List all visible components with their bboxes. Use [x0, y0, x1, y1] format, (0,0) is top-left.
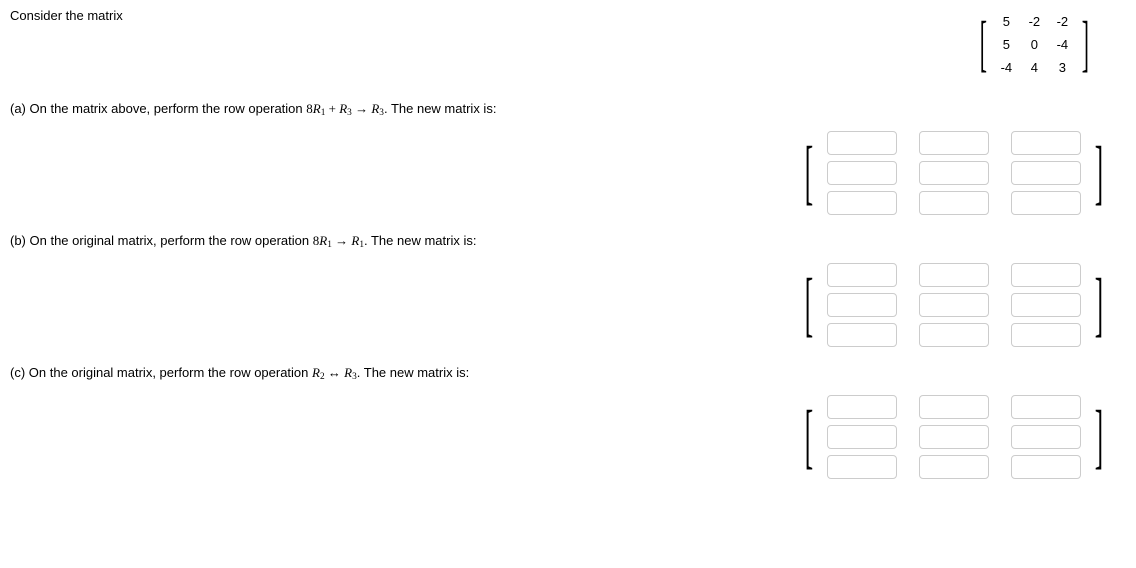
part-a: (a) On the matrix above, perform the row… [10, 101, 1126, 219]
op-r: R [312, 365, 320, 380]
matrix-grid [821, 259, 1087, 351]
matrix-input[interactable] [1011, 131, 1081, 155]
matrix-cell: 0 [1025, 37, 1043, 52]
part-c: (c) On the original matrix, perform the … [10, 365, 1126, 483]
answer-matrix-a: [ ] [797, 127, 1111, 219]
op-plus: + [325, 101, 339, 116]
matrix-input[interactable] [827, 293, 897, 317]
matrix-input[interactable] [1011, 263, 1081, 287]
matrix-input[interactable] [1011, 425, 1081, 449]
matrix-input[interactable] [919, 323, 989, 347]
op-sub: 1 [359, 240, 364, 250]
matrix-cell: 3 [1053, 60, 1071, 75]
op-r: R [344, 365, 352, 380]
matrix-input[interactable] [1011, 323, 1081, 347]
matrix-input[interactable] [827, 395, 897, 419]
intro-text: Consider the matrix [10, 8, 123, 77]
matrix-input[interactable] [827, 323, 897, 347]
matrix-input[interactable] [827, 455, 897, 479]
matrix-cell: -2 [1053, 14, 1071, 29]
op-sub: 1 [327, 240, 332, 250]
matrix-input[interactable] [1011, 395, 1081, 419]
part-b-prompt: (b) On the original matrix, perform the … [10, 233, 1126, 249]
part-b: (b) On the original matrix, perform the … [10, 233, 1126, 351]
matrix-input[interactable] [1011, 161, 1081, 185]
right-bracket: ] [1095, 127, 1103, 219]
matrix-input[interactable] [919, 395, 989, 419]
matrix-input[interactable] [919, 263, 989, 287]
matrix-cell: 5 [997, 14, 1015, 29]
arrow-icon: → [332, 233, 352, 248]
right-bracket: ] [1082, 8, 1089, 81]
matrix-input[interactable] [919, 161, 989, 185]
given-matrix: [ 5 -2 -2 5 0 -4 -4 4 3 ] [973, 8, 1096, 81]
op-r: R [319, 233, 327, 248]
op-r: R [339, 101, 347, 116]
prompt-suffix: . The new matrix is: [384, 101, 496, 116]
left-bracket: [ [805, 259, 813, 351]
right-bracket: ] [1095, 391, 1103, 483]
swap-icon: ↔ [325, 365, 345, 380]
prompt-suffix: . The new matrix is: [357, 365, 469, 380]
prompt-suffix: . The new matrix is: [364, 233, 476, 248]
prompt-prefix: (a) On the matrix above, perform the row… [10, 101, 306, 116]
matrix-input[interactable] [827, 263, 897, 287]
op-sub: 1 [321, 108, 326, 118]
answer-matrix-b: [ ] [797, 259, 1111, 351]
arrow-icon: → [352, 101, 372, 116]
left-bracket: [ [805, 391, 813, 483]
left-bracket: [ [979, 8, 986, 81]
matrix-input[interactable] [919, 293, 989, 317]
matrix-input[interactable] [827, 425, 897, 449]
matrix-cell: 5 [997, 37, 1015, 52]
matrix-grid [821, 127, 1087, 219]
matrix-grid: 5 -2 -2 5 0 -4 -4 4 3 [993, 8, 1075, 81]
matrix-cell: -4 [997, 60, 1015, 75]
matrix-input[interactable] [919, 455, 989, 479]
left-bracket: [ [805, 127, 813, 219]
op-sub: 3 [379, 108, 384, 118]
matrix-grid [821, 391, 1087, 483]
right-bracket: ] [1095, 259, 1103, 351]
matrix-input[interactable] [919, 425, 989, 449]
matrix-cell: -2 [1025, 14, 1043, 29]
matrix-input[interactable] [827, 161, 897, 185]
op-sub: 3 [352, 372, 357, 382]
answer-matrix-c: [ ] [797, 391, 1111, 483]
prompt-prefix: (c) On the original matrix, perform the … [10, 365, 312, 380]
op-r: R [313, 101, 321, 116]
matrix-cell: 4 [1025, 60, 1043, 75]
matrix-input[interactable] [1011, 191, 1081, 215]
matrix-input[interactable] [1011, 293, 1081, 317]
op-sub: 2 [320, 372, 325, 382]
matrix-input[interactable] [919, 131, 989, 155]
op-sub: 3 [347, 108, 352, 118]
matrix-cell: -4 [1053, 37, 1071, 52]
part-c-prompt: (c) On the original matrix, perform the … [10, 365, 1126, 381]
part-a-prompt: (a) On the matrix above, perform the row… [10, 101, 1126, 117]
matrix-input[interactable] [919, 191, 989, 215]
matrix-input[interactable] [1011, 455, 1081, 479]
matrix-input[interactable] [827, 131, 897, 155]
prompt-prefix: (b) On the original matrix, perform the … [10, 233, 313, 248]
matrix-input[interactable] [827, 191, 897, 215]
